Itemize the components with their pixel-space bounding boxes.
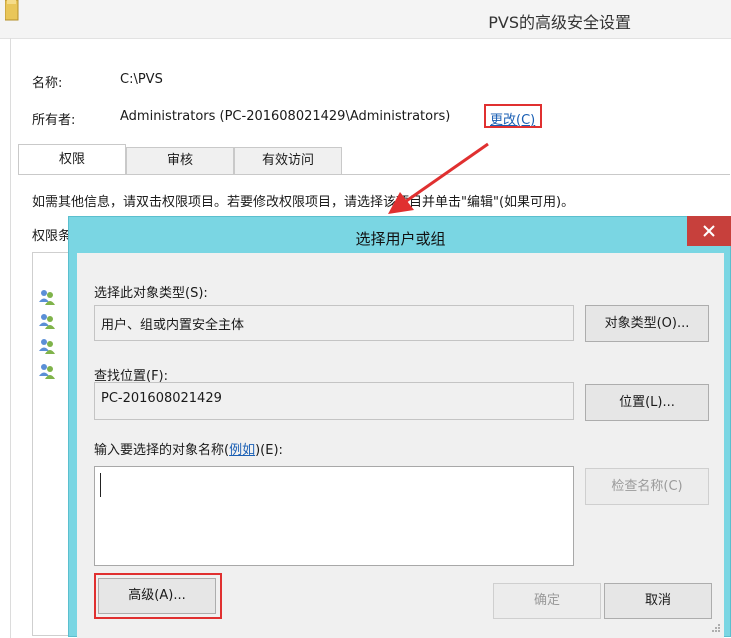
select-users-dialog: 选择用户或组 选择此对象类型(S): 用户、组或内置安全主体 对象类型(O)..… (68, 216, 731, 638)
locations-button[interactable]: 位置(L)... (585, 384, 709, 421)
window-title: PVS的高级安全设置 (488, 13, 631, 32)
change-owner-link[interactable]: 更改(C) (490, 109, 535, 128)
close-button[interactable] (687, 216, 731, 246)
tab-audit[interactable]: 审核 (126, 147, 234, 174)
close-icon (703, 225, 715, 237)
text-caret (100, 473, 101, 497)
red-arrow-annotation (388, 142, 489, 214)
object-type-field: 用户、组或内置安全主体 (94, 305, 574, 341)
dialog-title: 选择用户或组 (355, 230, 446, 248)
location-field: PC-201608021429 (94, 382, 574, 420)
name-value: C:\PVS (120, 72, 163, 87)
check-names-button[interactable]: 检查名称(C) (585, 468, 709, 505)
users-icon (39, 364, 55, 379)
change-owner-highlight: 更改(C) (484, 104, 542, 128)
object-names-label: 输入要选择的对象名称(例如)(E): (94, 439, 283, 458)
users-icon (39, 290, 55, 305)
examples-link[interactable]: 例如 (229, 443, 255, 458)
advanced-button[interactable]: 高级(A)... (98, 578, 216, 614)
users-icon (39, 314, 55, 329)
ok-button[interactable]: 确定 (493, 583, 601, 619)
name-label: 名称: (32, 76, 63, 91)
window-titlebar: PVS的高级安全设置 (0, 0, 731, 39)
tab-effective-access[interactable]: 有效访问 (234, 147, 342, 174)
tab-permissions[interactable]: 权限 (18, 144, 126, 175)
object-names-label-suffix: )(E): (255, 443, 283, 458)
dialog-body: 选择此对象类型(S): 用户、组或内置安全主体 对象类型(O)... 查找位置(… (77, 253, 724, 638)
object-types-button[interactable]: 对象类型(O)... (585, 305, 709, 342)
permissions-label: 权限条 (32, 229, 72, 244)
object-names-label-prefix: 输入要选择的对象名称( (94, 443, 230, 458)
users-icon (39, 339, 55, 354)
object-type-label: 选择此对象类型(S): (94, 286, 208, 301)
permission-entries-list[interactable] (32, 252, 73, 636)
tab-divider (18, 174, 730, 175)
resize-grip-icon[interactable] (711, 623, 721, 633)
owner-value: Administrators (PC-201608021429\Administ… (120, 109, 451, 124)
object-names-input[interactable] (94, 466, 574, 566)
cancel-button[interactable]: 取消 (604, 583, 712, 619)
owner-label: 所有者: (32, 113, 76, 128)
advanced-button-highlight: 高级(A)... (94, 573, 222, 619)
